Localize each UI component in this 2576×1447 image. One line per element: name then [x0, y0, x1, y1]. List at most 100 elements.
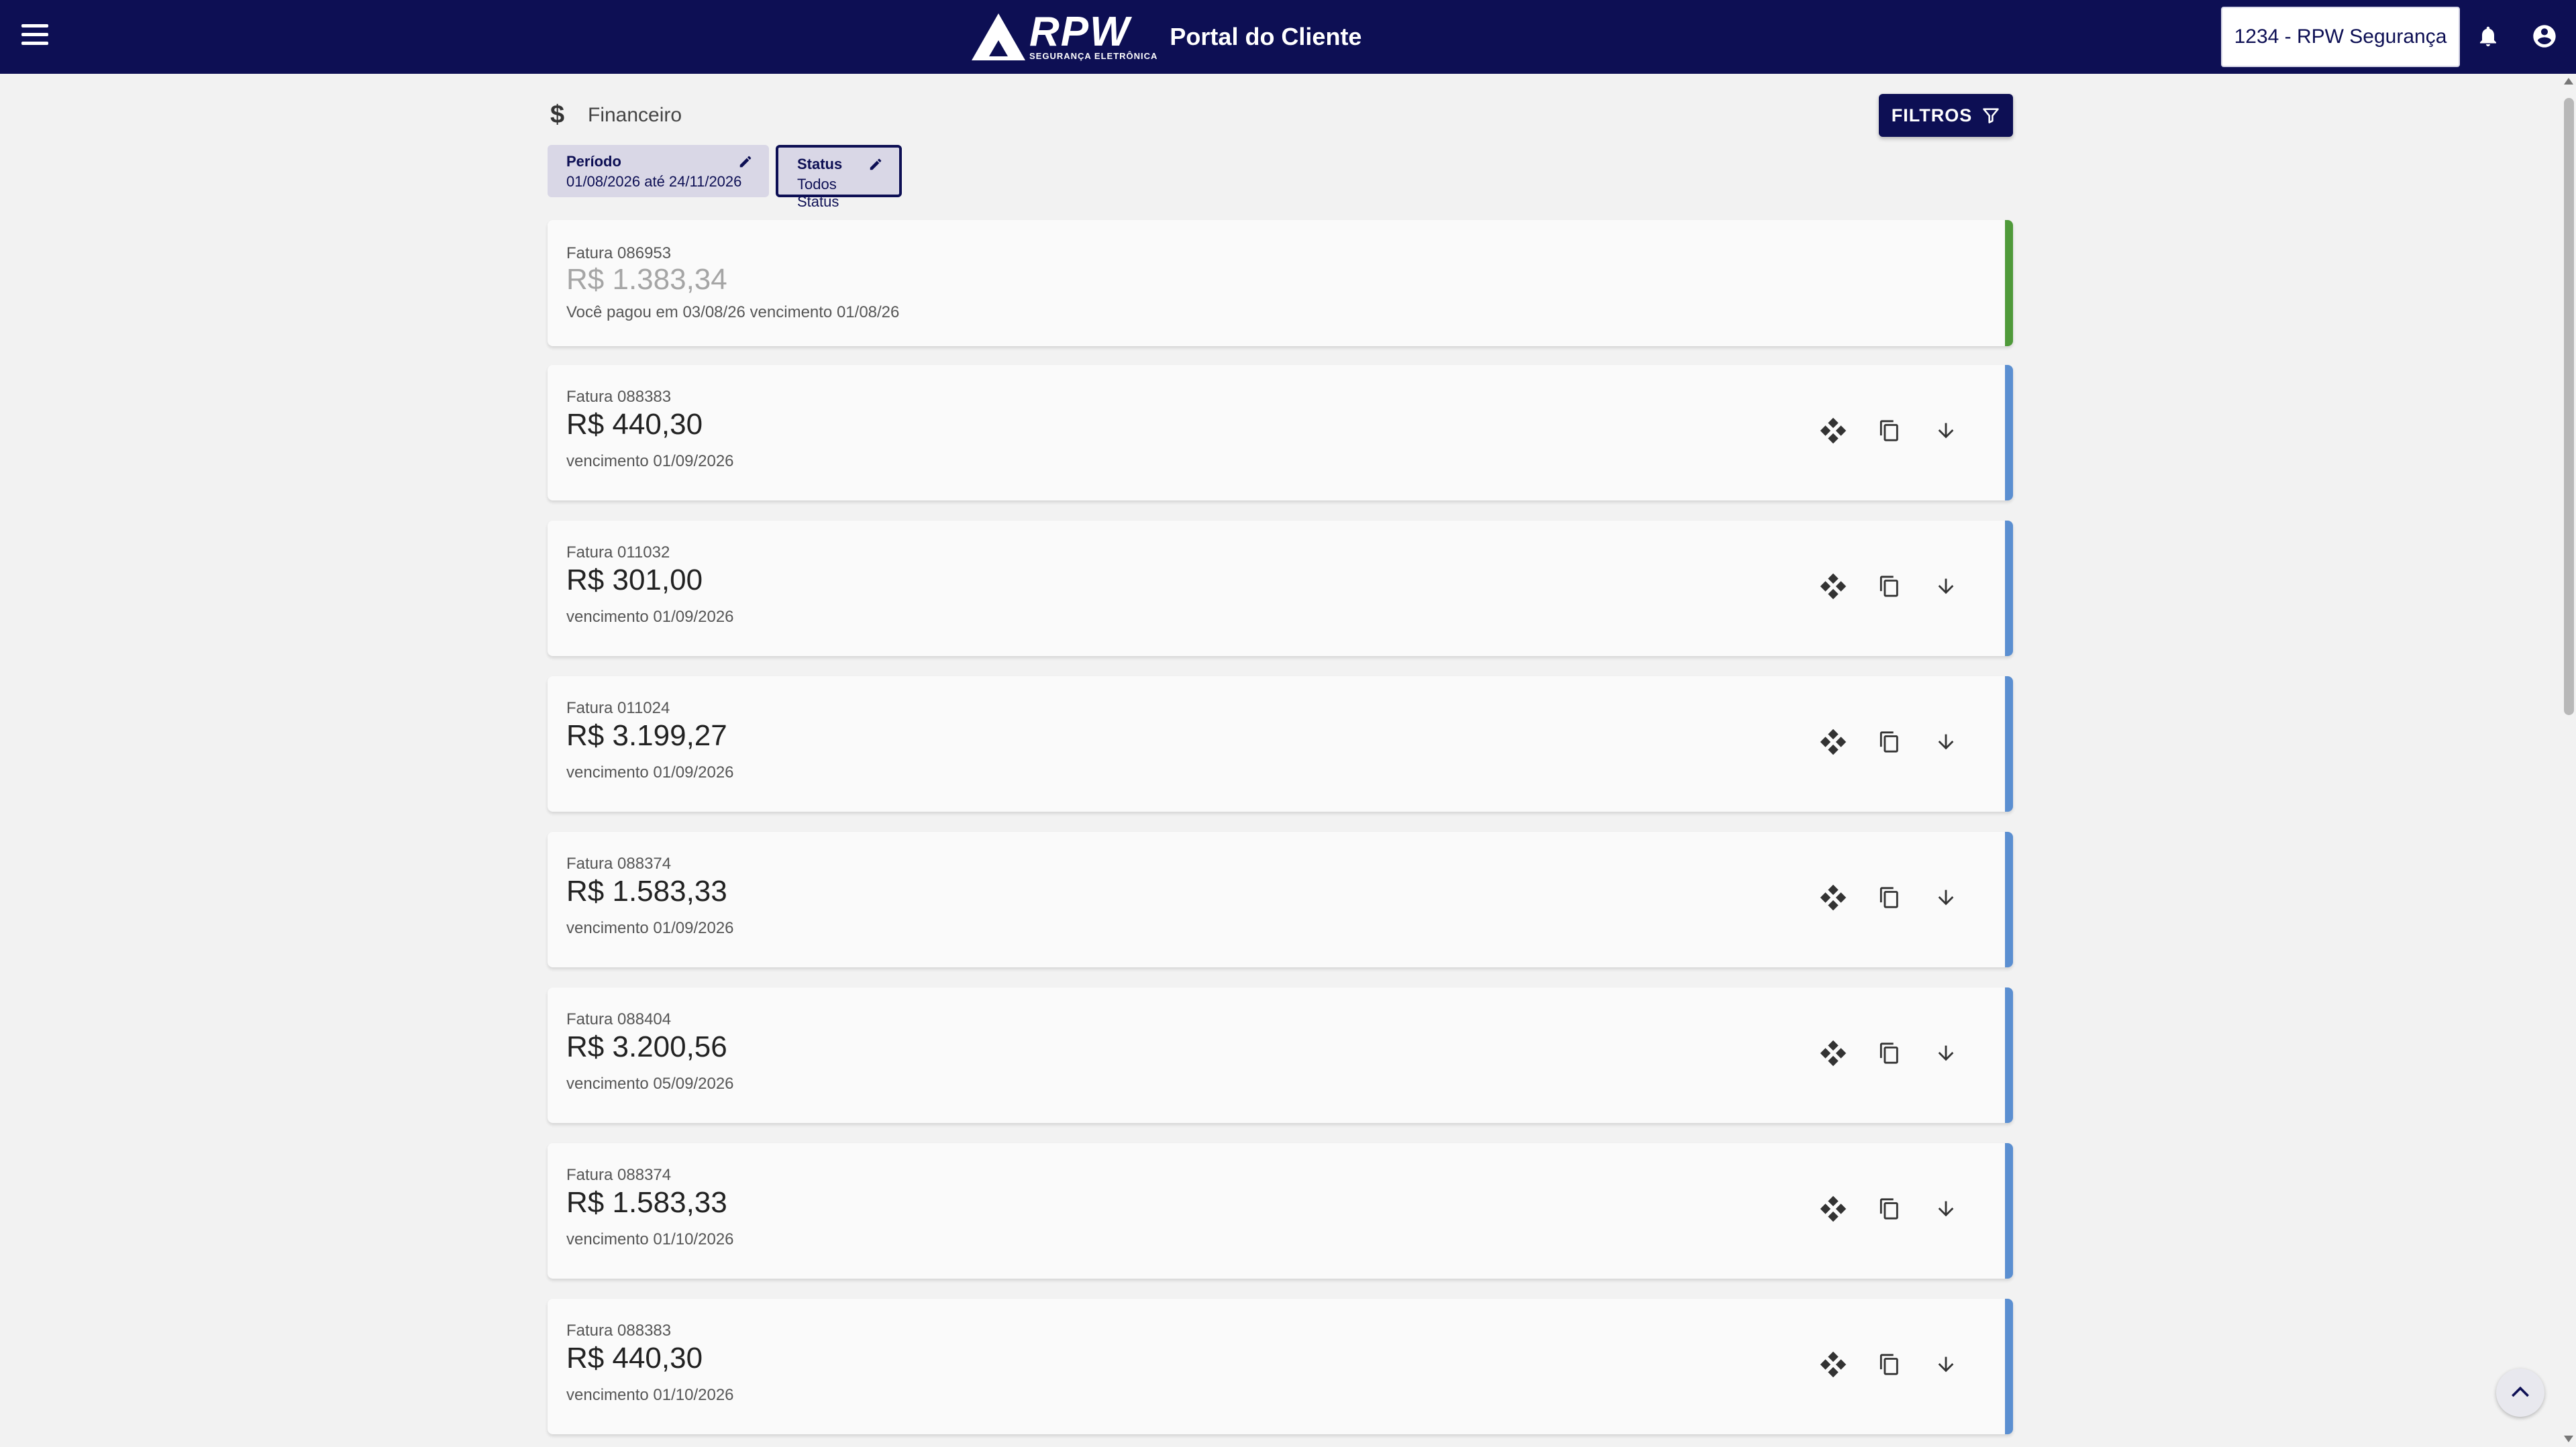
pix-button[interactable] [1805, 869, 1861, 926]
period-chip-label: Período [566, 153, 621, 170]
arrow-down-icon [1938, 1356, 1954, 1373]
copy-button[interactable] [1861, 714, 1918, 770]
arrow-down-icon [1938, 890, 1954, 906]
pix-icon [1820, 729, 1847, 755]
pix-button[interactable] [1805, 1181, 1861, 1237]
back-to-top-button[interactable] [2496, 1369, 2544, 1417]
copy-icon [1879, 1042, 1898, 1064]
copy-icon [1879, 887, 1898, 908]
copy-button[interactable] [1861, 558, 1918, 614]
copy-icon [1879, 731, 1898, 753]
invoice-number: Fatura 011024 [566, 699, 670, 717]
invoice-due: vencimento 05/09/2026 [566, 1075, 734, 1093]
invoice-number: Fatura 086953 [566, 244, 672, 262]
pencil-icon [870, 158, 882, 170]
filter-icon [1983, 108, 2000, 123]
filters-label: FILTROS [1891, 105, 1973, 125]
invoice-card[interactable]: Fatura 088383 R$ 440,30 vencimento 01/09… [548, 365, 2013, 500]
portal-title: Portal do Cliente [1170, 23, 1362, 50]
invoice-number: Fatura 088383 [566, 388, 672, 406]
invoice-card[interactable]: Fatura 086953 R$ 1.383,34 Você pagou em … [548, 220, 2013, 346]
arrow-down-icon [1938, 1045, 1954, 1061]
section-title: Financeiro [588, 103, 682, 126]
logo-word: RPW [1029, 8, 1131, 55]
invoice-due: vencimento 01/09/2026 [566, 763, 734, 782]
copy-button[interactable] [1861, 1181, 1918, 1237]
copy-icon [1879, 1354, 1898, 1375]
invoice-card[interactable]: Fatura 088374 R$ 1.583,33 vencimento 01/… [548, 1143, 2013, 1279]
invoice-card[interactable]: Fatura 088374 R$ 1.583,33 vencimento 01/… [548, 832, 2013, 967]
invoice-due: vencimento 01/10/2026 [566, 1230, 734, 1248]
pix-button[interactable] [1805, 558, 1861, 614]
pix-icon [1820, 573, 1847, 600]
top-bar: RPW SEGURANÇA ELETRÔNICA Portal do Clien… [0, 0, 2576, 74]
scroll-up-arrow-icon[interactable] [2564, 78, 2573, 85]
invoice-actions [1805, 1181, 1974, 1237]
pix-button[interactable] [1805, 403, 1861, 459]
invoice-actions [1805, 714, 1974, 770]
chevron-up-icon [2512, 1386, 2529, 1397]
copy-icon [1879, 420, 1898, 441]
invoice-amount: R$ 3.200,56 [566, 1030, 727, 1063]
pix-icon [1820, 1195, 1847, 1222]
download-button[interactable] [1918, 1336, 1974, 1393]
download-button[interactable] [1918, 869, 1974, 926]
period-chip[interactable]: Período 01/08/2026 até 24/11/2026 [548, 145, 769, 197]
invoice-due: vencimento 01/09/2026 [566, 608, 734, 626]
pix-icon [1820, 884, 1847, 911]
invoice-due: vencimento 01/09/2026 [566, 919, 734, 937]
download-button[interactable] [1918, 1025, 1974, 1081]
download-button[interactable] [1918, 1181, 1974, 1237]
invoice-due: vencimento 01/09/2026 [566, 452, 734, 470]
invoice-amount: R$ 1.583,33 [566, 1186, 727, 1219]
invoice-card[interactable]: Fatura 011032 R$ 301,00 vencimento 01/09… [548, 521, 2013, 656]
invoice-card[interactable]: Fatura 088404 R$ 3.200,56 vencimento 05/… [548, 987, 2013, 1123]
dollar-icon: $ [550, 101, 565, 129]
pix-button[interactable] [1805, 1025, 1861, 1081]
arrow-down-icon [1938, 423, 1954, 439]
download-button[interactable] [1918, 558, 1974, 614]
logo-subtitle: SEGURANÇA ELETRÔNICA [1029, 50, 1158, 61]
invoice-card[interactable]: Fatura 011024 R$ 3.199,27 vencimento 01/… [548, 676, 2013, 812]
invoice-amount: R$ 1.383,34 [566, 263, 727, 296]
invoice-card[interactable]: Fatura 088383 R$ 440,30 vencimento 01/10… [548, 1299, 2013, 1434]
copy-icon [1879, 1198, 1898, 1220]
copy-button[interactable] [1861, 1336, 1918, 1393]
pencil-icon [739, 156, 752, 168]
logo-triangle-icon [972, 13, 1025, 60]
download-button[interactable] [1918, 714, 1974, 770]
filters-button[interactable]: FILTROS [1879, 94, 2013, 137]
pix-button[interactable] [1805, 1336, 1861, 1393]
scroll-down-arrow-icon[interactable] [2564, 1436, 2573, 1442]
logo: RPW SEGURANÇA ELETRÔNICA [1029, 8, 1158, 61]
invoice-actions [1805, 558, 1974, 614]
invoice-number: Fatura 088383 [566, 1322, 672, 1340]
bell-icon[interactable] [2476, 24, 2500, 48]
copy-button[interactable] [1861, 1025, 1918, 1081]
pix-button[interactable] [1805, 714, 1861, 770]
invoice-due: Você pagou em 03/08/26 vencimento 01/08/… [566, 303, 900, 321]
pix-icon [1820, 1351, 1847, 1378]
scrollbar-thumb[interactable] [2564, 98, 2574, 715]
invoice-amount: R$ 440,30 [566, 408, 703, 441]
copy-icon [1879, 576, 1898, 597]
arrow-down-icon [1938, 734, 1954, 750]
menu-icon[interactable] [21, 24, 48, 51]
brand: RPW SEGURANÇA ELETRÔNICA Portal do Clien… [972, 8, 1362, 62]
account-circle-icon[interactable] [2531, 23, 2558, 50]
invoice-actions [1805, 403, 1974, 459]
invoice-amount: R$ 1.583,33 [566, 875, 727, 908]
section-header: $ Financeiro [550, 101, 682, 129]
arrow-down-icon [1938, 578, 1954, 594]
copy-button[interactable] [1861, 403, 1918, 459]
account-selector-button[interactable]: 1234 - RPW Segurança [2221, 7, 2460, 67]
pix-icon [1820, 1040, 1847, 1067]
pix-icon [1820, 417, 1847, 444]
download-button[interactable] [1918, 403, 1974, 459]
invoice-number: Fatura 088374 [566, 1166, 672, 1184]
copy-button[interactable] [1861, 869, 1918, 926]
arrow-down-icon [1938, 1201, 1954, 1217]
invoice-number: Fatura 088404 [566, 1010, 672, 1028]
status-chip[interactable]: Status Todos Status [776, 145, 902, 210]
status-chip-value: Todos Status [797, 176, 839, 210]
